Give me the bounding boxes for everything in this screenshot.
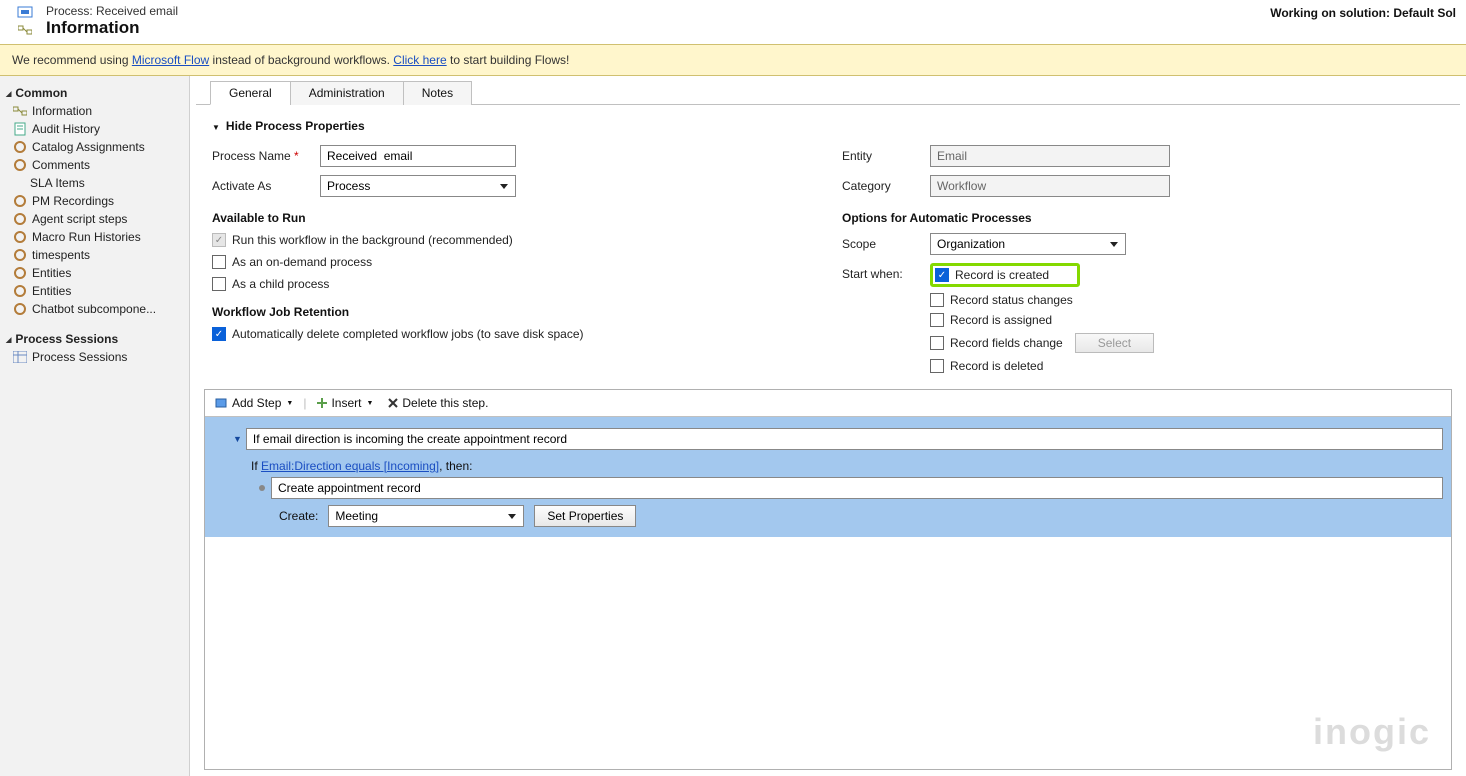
grid-icon	[13, 351, 27, 363]
workflow-job-retention-header: Workflow Job Retention	[212, 305, 752, 319]
click-here-link[interactable]: Click here	[393, 53, 446, 67]
sidebar-section-common[interactable]: Common	[6, 82, 181, 102]
gear-ring-icon	[13, 230, 27, 244]
child-process-label: As a child process	[232, 277, 329, 291]
sidebar-item-entities-2[interactable]: Entities	[12, 282, 181, 300]
activate-as-label: Activate As	[212, 179, 312, 193]
insert-button[interactable]: Insert▼	[312, 394, 377, 412]
sidebar-item-chatbot-subcomponents[interactable]: Chatbot subcompone...	[12, 300, 181, 318]
condition-link[interactable]: Email:Direction equals [Incoming]	[261, 459, 439, 473]
sidebar-item-process-sessions[interactable]: Process Sessions	[12, 348, 181, 366]
start-when-label: Start when:	[842, 263, 922, 281]
process-name-input[interactable]	[320, 145, 516, 167]
create-label: Create:	[279, 509, 318, 523]
sidebar-item-entities-1[interactable]: Entities	[12, 264, 181, 282]
scope-label: Scope	[842, 237, 922, 251]
record-status-checkbox[interactable]	[930, 293, 944, 307]
entity-label: Entity	[842, 149, 922, 163]
gear-ring-icon	[13, 140, 27, 154]
tab-general[interactable]: General	[210, 81, 291, 105]
header-icons	[8, 4, 42, 36]
workflow-icon	[16, 6, 34, 20]
add-step-icon	[215, 397, 229, 409]
category-label: Category	[842, 179, 922, 193]
gear-ring-icon	[13, 194, 27, 208]
watermark: inogic	[1313, 711, 1431, 753]
ms-flow-link[interactable]: Microsoft Flow	[132, 53, 209, 67]
substep-description-input[interactable]	[271, 477, 1443, 499]
select-fields-button: Select	[1075, 333, 1154, 353]
gear-ring-icon	[13, 302, 27, 316]
sidebar-item-agent-script-steps[interactable]: Agent script steps	[12, 210, 181, 228]
category-field	[930, 175, 1170, 197]
recommendation-banner: We recommend using Microsoft Flow instea…	[0, 44, 1466, 76]
sidebar-item-sla-items[interactable]: SLA Items	[12, 174, 181, 192]
tab-administration[interactable]: Administration	[290, 81, 404, 105]
run-background-label: Run this workflow in the background (rec…	[232, 233, 513, 247]
if-condition-line: If Email:Direction equals [Incoming], th…	[233, 453, 1443, 477]
tab-notes[interactable]: Notes	[403, 81, 472, 105]
child-process-checkbox[interactable]	[212, 277, 226, 291]
process-icon	[13, 105, 27, 117]
set-properties-button[interactable]: Set Properties	[534, 505, 636, 527]
sidebar-item-macro-run-histories[interactable]: Macro Run Histories	[12, 228, 181, 246]
run-background-checkbox	[212, 233, 226, 247]
record-assigned-label: Record is assigned	[950, 313, 1052, 327]
insert-icon	[316, 397, 328, 409]
gear-ring-icon	[13, 158, 27, 172]
hide-process-properties-toggle[interactable]: Hide Process Properties	[212, 119, 1444, 133]
record-assigned-checkbox[interactable]	[930, 313, 944, 327]
sidebar-item-catalog-assignments[interactable]: Catalog Assignments	[12, 138, 181, 156]
gear-ring-icon	[13, 212, 27, 226]
auto-delete-label: Automatically delete completed workflow …	[232, 327, 584, 341]
sidebar-item-pm-recordings[interactable]: PM Recordings	[12, 192, 181, 210]
delete-step-button[interactable]: Delete this step.	[383, 394, 492, 412]
entity-field	[930, 145, 1170, 167]
step-designer: Add Step▼ | Insert▼ Delete this step. ▼ …	[204, 389, 1452, 770]
gear-ring-icon	[13, 284, 27, 298]
solution-label: Working on solution: Default Sol	[1270, 4, 1456, 20]
gear-ring-icon	[13, 248, 27, 262]
sidebar-item-comments[interactable]: Comments	[12, 156, 181, 174]
sidebar-item-timespents[interactable]: timespents	[12, 246, 181, 264]
available-to-run-header: Available to Run	[212, 211, 752, 225]
sidebar-item-audit-history[interactable]: Audit History	[12, 120, 181, 138]
add-step-button[interactable]: Add Step▼	[211, 394, 297, 412]
record-status-label: Record status changes	[950, 293, 1073, 307]
record-created-checkbox[interactable]	[935, 268, 949, 282]
sidebar: Common Information Audit History Catalog…	[0, 76, 190, 776]
gear-ring-icon	[13, 266, 27, 280]
record-deleted-label: Record is deleted	[950, 359, 1043, 373]
main-content: General Administration Notes Hide Proces…	[190, 76, 1466, 776]
scope-select[interactable]: Organization	[930, 233, 1126, 255]
activate-as-select[interactable]: Process	[320, 175, 516, 197]
process-name-label: Process Name *	[212, 149, 312, 163]
record-deleted-checkbox[interactable]	[930, 359, 944, 373]
process-icon	[18, 24, 32, 36]
if-step-description-input[interactable]	[246, 428, 1443, 450]
sidebar-item-information[interactable]: Information	[12, 102, 181, 120]
record-created-label: Record is created	[955, 268, 1049, 282]
create-entity-select[interactable]: Meeting	[328, 505, 524, 527]
doc-icon	[14, 122, 26, 136]
record-fields-checkbox[interactable]	[930, 336, 944, 350]
sidebar-section-process-sessions[interactable]: Process Sessions	[6, 328, 181, 348]
designer-toolbar: Add Step▼ | Insert▼ Delete this step.	[205, 390, 1451, 417]
page-title: Information	[46, 18, 1270, 38]
tabs: General Administration Notes	[196, 80, 1460, 105]
auto-delete-checkbox[interactable]	[212, 327, 226, 341]
options-automatic-header: Options for Automatic Processes	[842, 211, 1444, 225]
on-demand-label: As an on-demand process	[232, 255, 372, 269]
close-icon	[387, 397, 399, 409]
process-breadcrumb: Process: Received email	[46, 4, 1270, 18]
bullet-icon	[259, 485, 265, 491]
header: Process: Received email Information Work…	[0, 0, 1466, 44]
step-caret-icon[interactable]: ▼	[233, 434, 242, 444]
on-demand-checkbox[interactable]	[212, 255, 226, 269]
record-fields-label: Record fields change	[950, 336, 1063, 350]
